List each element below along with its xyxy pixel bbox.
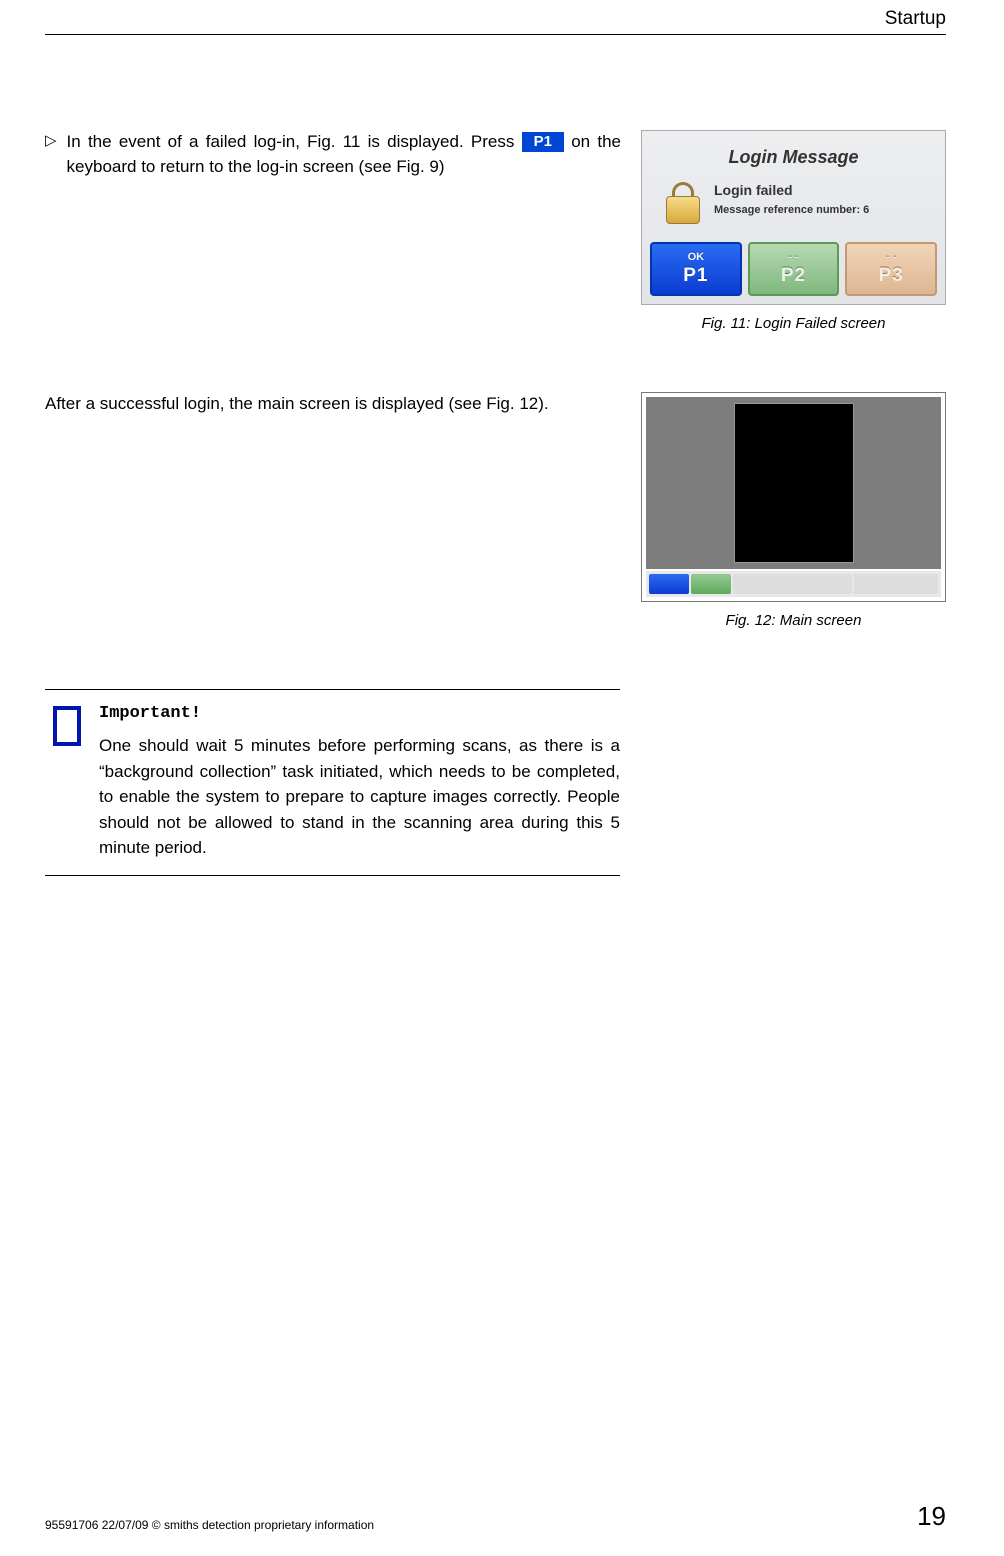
fig12-caption: Fig. 12: Main screen [641, 612, 946, 629]
statusbar-chip-info [733, 574, 852, 594]
note-paragraph: One should wait 5 minutes before perform… [99, 733, 620, 861]
important-note: Important! One should wait 5 minutes bef… [45, 689, 620, 876]
after-login-text: After a successful login, the main scree… [45, 392, 621, 629]
button-top-label: - - [788, 251, 798, 263]
dialog-buttons: OK P1 - - P2 - - P3 [648, 242, 939, 298]
statusbar-chip-blue [649, 574, 689, 594]
main-screen-viewport [734, 403, 854, 563]
dialog-body: Login failed Message reference number: 6 [648, 174, 939, 242]
statusbar-chip-green [691, 574, 731, 594]
row-fig11: ▷ In the event of a failed log-in, Fig. … [45, 130, 946, 332]
page-content: ▷ In the event of a failed log-in, Fig. … [0, 35, 1004, 876]
dialog-title: Login Message [648, 137, 939, 174]
message-line-1: Login failed [714, 182, 869, 198]
fig12-col: Fig. 12: Main screen [641, 392, 946, 629]
step-text: In the event of a failed log-in, Fig. 11… [67, 130, 621, 179]
lock-icon [666, 180, 700, 224]
button-top-label: - - [886, 251, 896, 263]
note-heading: Important! [99, 704, 620, 723]
button-big-label: P3 [879, 265, 904, 287]
step-text-before: In the event of a failed log-in, Fig. 11… [67, 132, 515, 151]
ok-p1-button[interactable]: OK P1 [650, 242, 742, 296]
fig11-caption: Fig. 11: Login Failed screen [641, 315, 946, 332]
fig11-col: Login Message Login failed Message refer… [641, 130, 946, 332]
main-screen-inner [646, 397, 941, 597]
button-big-label: P1 [683, 265, 708, 287]
main-screen-thumbnail [641, 392, 946, 602]
page-footer: 95591706 22/07/09 © smiths detection pro… [45, 1501, 946, 1532]
step-item: ▷ In the event of a failed log-in, Fig. … [45, 130, 621, 179]
bullet-marker-icon: ▷ [45, 130, 57, 179]
note-rule-bottom [45, 875, 620, 876]
p1-key-badge: P1 [522, 132, 564, 152]
main-screen-statusbar [646, 569, 941, 597]
step-text-col: ▷ In the event of a failed log-in, Fig. … [45, 130, 621, 332]
note-text: Important! One should wait 5 minutes bef… [99, 704, 620, 861]
button-top-label: OK [688, 251, 705, 263]
important-icon [53, 706, 81, 746]
p3-button[interactable]: - - P3 [845, 242, 937, 296]
login-failed-dialog: Login Message Login failed Message refer… [641, 130, 946, 305]
section-header: Startup [0, 0, 1004, 34]
message-line-2: Message reference number: 6 [714, 204, 869, 216]
p2-button[interactable]: - - P2 [748, 242, 840, 296]
row-fig12: After a successful login, the main scree… [45, 392, 946, 629]
dialog-message: Login failed Message reference number: 6 [714, 182, 869, 216]
footer-left: 95591706 22/07/09 © smiths detection pro… [45, 1518, 374, 1532]
page-number: 19 [917, 1501, 946, 1532]
button-big-label: P2 [781, 265, 806, 287]
note-body: Important! One should wait 5 minutes bef… [45, 690, 620, 875]
statusbar-chip-info2 [854, 574, 938, 594]
